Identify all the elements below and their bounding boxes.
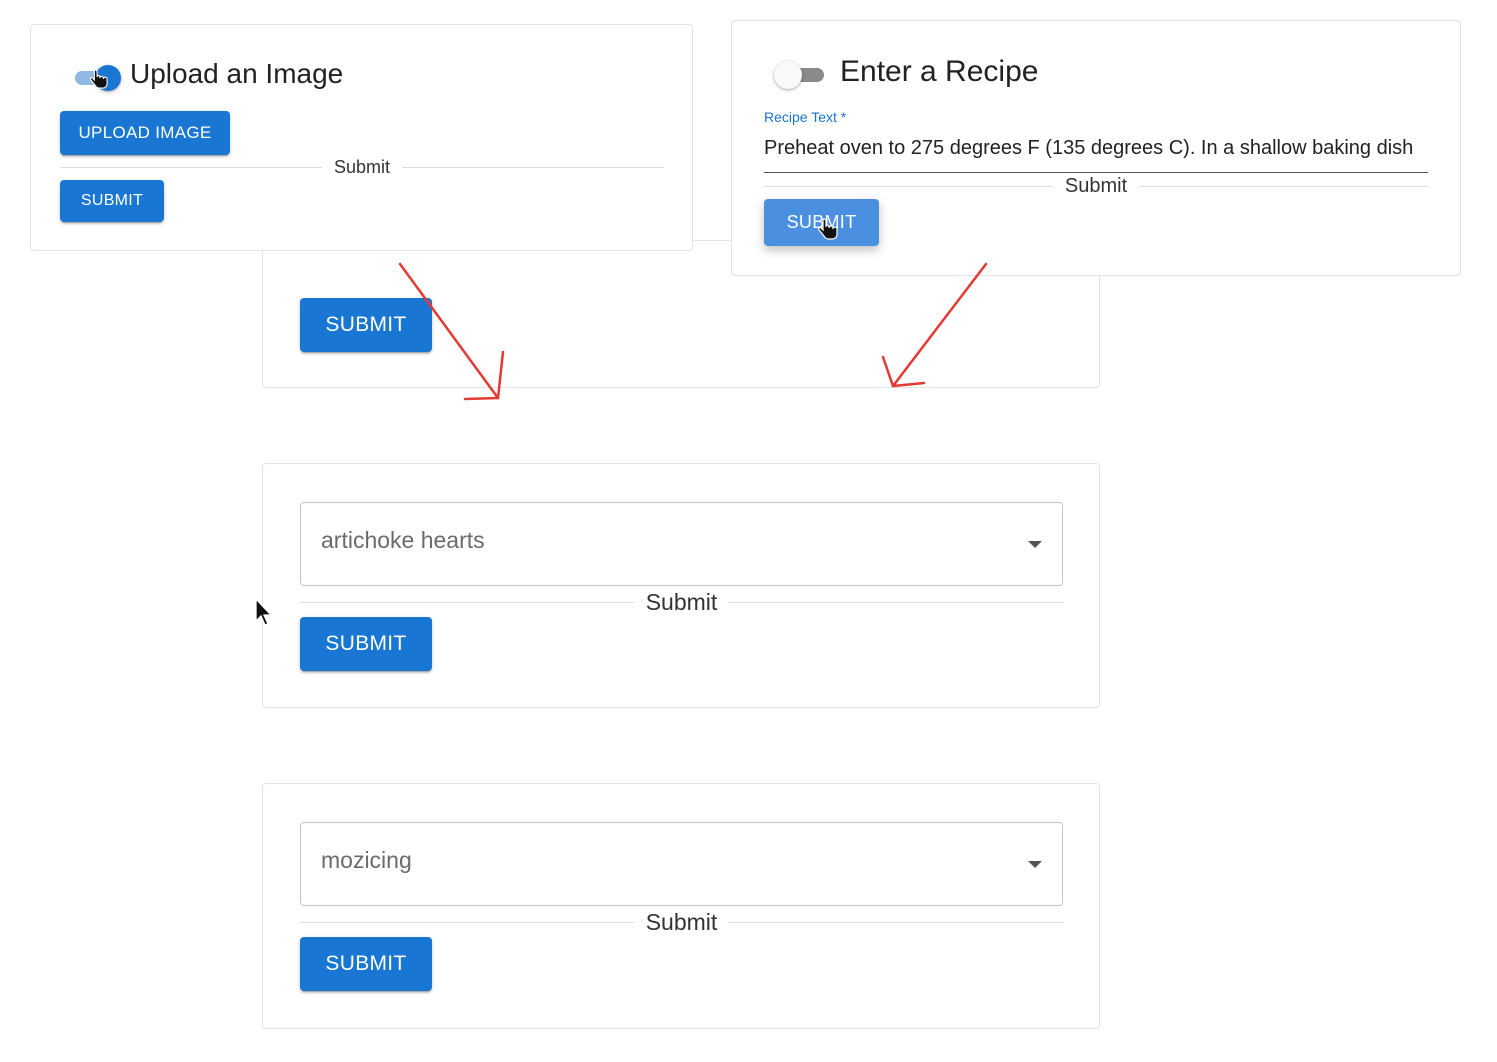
- ingredient-select-1[interactable]: artichoke hearts: [300, 502, 1063, 586]
- ingredient-card-2: mozicing Submit SUBMIT: [262, 783, 1100, 1029]
- upload-card-title: Upload an Image: [130, 58, 344, 89]
- divider-line-right: [729, 601, 1063, 603]
- partial-submit-button[interactable]: SUBMIT: [300, 298, 432, 352]
- recipe-card-title: Enter a Recipe: [840, 55, 1039, 88]
- divider-label: Submit: [333, 156, 391, 177]
- hand-cursor-icon: [89, 69, 108, 89]
- ingredient-submit-button-2[interactable]: SUBMIT: [300, 937, 432, 991]
- divider-line-left: [300, 921, 634, 923]
- ingredient-card-1: artichoke hearts Submit SUBMIT: [262, 463, 1100, 708]
- recipe-submit-divider: Submit: [764, 173, 1428, 199]
- divider-line-right: [402, 166, 664, 168]
- arrow-cursor-icon: [255, 598, 273, 626]
- enter-recipe-card: Enter a Recipe Recipe Text * Preheat ove…: [731, 20, 1461, 276]
- dropdown-arrow-icon: [1028, 541, 1042, 548]
- upload-image-card: Upload an Image UPLOAD IMAGE Submit SUBM…: [30, 24, 693, 251]
- ingredient-select-value: mozicing: [321, 847, 412, 873]
- divider-label: Submit: [1064, 174, 1128, 197]
- recipe-text-label: Recipe Text *: [764, 109, 847, 125]
- divider-label: Submit: [645, 588, 718, 615]
- toggle-thumb: [774, 61, 802, 89]
- divider-line-left: [764, 185, 1053, 187]
- ingredient-submit-divider: Submit: [300, 588, 1063, 616]
- ingredient-select-value: artichoke hearts: [321, 527, 485, 553]
- recipe-text-field[interactable]: Preheat oven to 275 degrees F (135 degre…: [764, 133, 1428, 173]
- ingredient-submit-divider: Submit: [300, 908, 1063, 936]
- ingredient-submit-button-1[interactable]: SUBMIT: [300, 617, 432, 671]
- divider-line-left: [60, 166, 322, 168]
- divider-label: Submit: [645, 908, 718, 935]
- hand-cursor-icon: [818, 218, 838, 240]
- dropdown-arrow-icon: [1028, 861, 1042, 868]
- recipe-mode-toggle[interactable]: [774, 61, 826, 89]
- screenshot-stage: SUBMIT Upload an Image UPLOAD IMAGE Subm…: [0, 0, 1497, 1062]
- ingredient-select-2[interactable]: mozicing: [300, 822, 1063, 906]
- recipe-text-value: Preheat oven to 275 degrees F (135 degre…: [764, 137, 1414, 159]
- divider-line-right: [729, 921, 1063, 923]
- upload-submit-divider: Submit: [60, 155, 664, 179]
- divider-line-left: [300, 601, 634, 603]
- upload-image-button[interactable]: UPLOAD IMAGE: [60, 111, 230, 155]
- divider-line-right: [1139, 185, 1428, 187]
- upload-submit-button[interactable]: SUBMIT: [60, 180, 164, 222]
